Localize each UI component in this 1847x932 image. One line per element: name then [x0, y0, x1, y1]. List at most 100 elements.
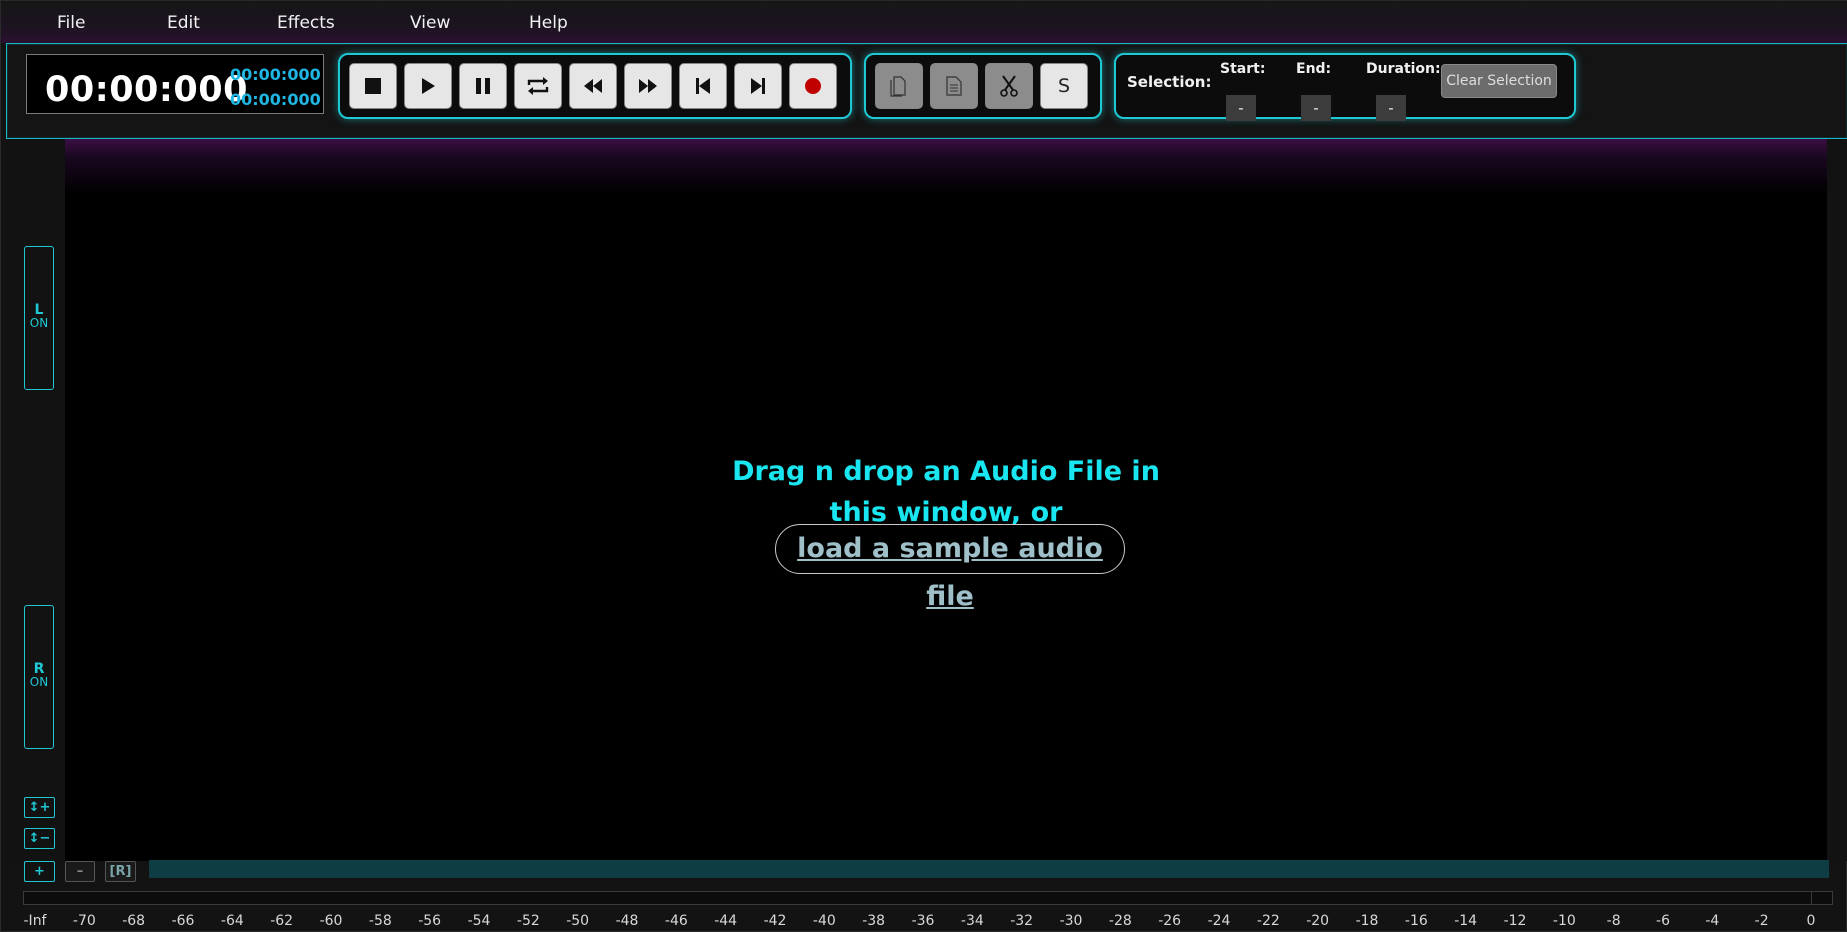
skip-to-end-icon [751, 78, 765, 94]
left-channel-label: L [34, 302, 44, 318]
stop-button[interactable] [349, 63, 397, 109]
meter-tick-label: -32 [1010, 913, 1034, 929]
meter-tick-label: -62 [270, 913, 294, 929]
selection-end-value: - [1301, 95, 1331, 121]
menu-edit[interactable]: Edit [167, 13, 200, 33]
meter-tick-label: -70 [72, 913, 96, 929]
selection-panel: Selection: Start: - End: - Duration: - C… [1114, 53, 1576, 121]
meter-tick-label: -4 [1705, 913, 1720, 929]
meter-tick-label: -20 [1306, 913, 1330, 929]
meter-tick-label: -56 [418, 913, 442, 929]
meter-tick-label: -12 [1503, 913, 1527, 929]
cut-button[interactable] [985, 63, 1033, 109]
horizontal-scrollbar[interactable] [149, 860, 1829, 878]
fast-forward-icon [639, 79, 657, 93]
meter-tick-label: -50 [566, 913, 590, 929]
meter-tick-label: -52 [516, 913, 540, 929]
meter-tick-label: -2 [1754, 913, 1769, 929]
time-main: 00:00:000 [45, 70, 248, 110]
meter-tick-label: -48 [615, 913, 639, 929]
selection-duration-label: Duration: [1366, 61, 1441, 77]
vertical-zoom-in-button[interactable]: ↕+ [24, 797, 55, 818]
horizontal-zoom-out-button[interactable]: – [65, 861, 95, 882]
transport-controls [338, 53, 852, 119]
selection-duration-value: - [1376, 95, 1406, 121]
meter-tick-label: -38 [862, 913, 886, 929]
meter-tick-label: -60 [319, 913, 343, 929]
meter-tick-label: -26 [1158, 913, 1182, 929]
meter-tick-label: -16 [1404, 913, 1428, 929]
menu-help[interactable]: Help [529, 13, 568, 33]
time-selection-end: 00:00:000 [230, 90, 321, 109]
meter-tick-label: -28 [1108, 913, 1132, 929]
left-channel-state: ON [29, 316, 49, 330]
load-sample-audio-link[interactable]: load a sample audio file [775, 524, 1125, 612]
time-selection-start: 00:00:000 [230, 65, 321, 84]
record-button[interactable] [789, 63, 837, 109]
menu-effects[interactable]: Effects [277, 13, 335, 33]
skip-to-end-button[interactable] [734, 63, 782, 109]
level-meter [23, 891, 1833, 905]
silence-button[interactable]: S [1040, 63, 1088, 109]
meter-tick-label: -22 [1256, 913, 1280, 929]
meter-tick-label: -54 [467, 913, 491, 929]
meter-tick-label: -58 [368, 913, 392, 929]
audio-editor-app: File Edit Effects View Help 00:00:000 00… [0, 0, 1847, 932]
clear-selection-button[interactable]: Clear Selection [1441, 64, 1557, 98]
meter-tick-label: -68 [122, 913, 146, 929]
skip-to-start-button[interactable] [679, 63, 727, 109]
selection-start-value: - [1226, 95, 1256, 121]
right-gutter [1827, 139, 1847, 861]
paste-icon [946, 76, 962, 96]
selection-start-label: Start: [1220, 61, 1266, 77]
meter-tick-label: -30 [1059, 913, 1083, 929]
meter-tick-label: -36 [911, 913, 935, 929]
skip-to-start-icon [696, 78, 710, 94]
time-display: 00:00:000 00:00:000 00:00:000 [26, 54, 324, 114]
meter-tick-label: -66 [171, 913, 195, 929]
pause-button[interactable] [459, 63, 507, 109]
meter-tick-label: -6 [1656, 913, 1670, 929]
pause-icon [476, 78, 490, 94]
meter-tick-label: -64 [220, 913, 244, 929]
horizontal-zoom-in-button[interactable]: + [24, 861, 55, 882]
meter-tick-label: -34 [960, 913, 984, 929]
meter-tick-label: -10 [1552, 913, 1576, 929]
left-channel-toggle[interactable]: L ON [24, 246, 54, 390]
right-channel-state: ON [29, 675, 49, 689]
right-channel-toggle[interactable]: R ON [24, 605, 54, 749]
vertical-zoom-out-button[interactable]: ↕− [24, 828, 55, 849]
toolbar: 00:00:000 00:00:000 00:00:000 S Selectio… [6, 43, 1847, 139]
meter-tick-label: -18 [1355, 913, 1379, 929]
copy-icon [890, 76, 906, 97]
edit-tools: S [864, 53, 1102, 119]
menu-view[interactable]: View [410, 13, 450, 33]
meter-tick-label: -Inf [23, 913, 47, 929]
right-channel-label: R [33, 661, 45, 677]
meter-tick-label: -8 [1606, 913, 1621, 929]
loop-icon [527, 77, 549, 95]
meter-tick-label: -46 [664, 913, 688, 929]
selection-end-label: End: [1296, 61, 1332, 77]
meter-tick-label: -14 [1454, 913, 1478, 929]
zoom-reset-button[interactable]: [R] [105, 861, 136, 882]
meter-tick-label: -44 [714, 913, 738, 929]
stop-icon [365, 78, 381, 94]
record-icon [805, 78, 821, 94]
play-button[interactable] [404, 63, 452, 109]
dropzone-line-1: Drag n drop an Audio File in [732, 456, 1160, 487]
loop-button[interactable] [514, 63, 562, 109]
selection-label: Selection: [1127, 73, 1212, 91]
rewind-button[interactable] [569, 63, 617, 109]
paste-button[interactable] [930, 63, 978, 109]
meter-tick-label: -24 [1207, 913, 1231, 929]
copy-button[interactable] [875, 63, 923, 109]
menu-bar: File Edit Effects View Help [1, 1, 1847, 43]
meter-tick-label: -42 [763, 913, 787, 929]
play-icon [422, 78, 435, 94]
scissors-icon [1000, 75, 1018, 97]
fast-forward-button[interactable] [624, 63, 672, 109]
meter-tick-label: 0 [1806, 913, 1816, 929]
menu-file[interactable]: File [57, 13, 85, 33]
meter-tick-label: -40 [812, 913, 836, 929]
